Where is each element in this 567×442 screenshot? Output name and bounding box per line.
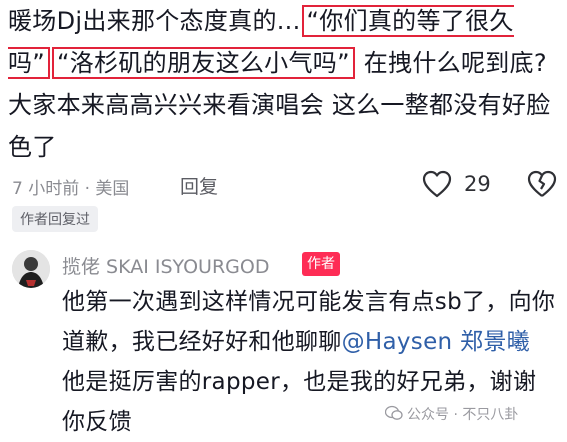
heart-icon[interactable] xyxy=(422,170,452,203)
reply-username[interactable]: 揽佬 SKAI ISYOURGOD xyxy=(62,252,269,279)
comment-meta-row: 7 小时前 · 美国 回复 29 xyxy=(12,170,557,200)
author-replied-tag: 作者回复过 xyxy=(12,206,98,232)
watermark-text: 公众号 · 不只八卦 xyxy=(407,407,519,423)
author-badge: 作者 xyxy=(302,252,340,276)
broken-heart-icon[interactable] xyxy=(527,170,557,203)
comment-text: 暖场Dj出来那个态度真的... “你们真的等了很久吗” “洛杉矶的朋友这么小气吗” … xyxy=(8,0,560,168)
reply-text-part2: 他是挺厉害的rapper，也是我的好兄弟，谢谢你反馈 xyxy=(62,369,537,435)
reply-button[interactable]: 回复 xyxy=(180,172,218,199)
mention-link[interactable]: @Haysen 郑景曦 xyxy=(342,329,530,355)
comment-text-part1: 暖场Dj出来那个态度真的... xyxy=(8,7,301,35)
avatar[interactable] xyxy=(12,250,50,288)
highlighted-quote-2: “洛杉矶的朋友这么小气吗” xyxy=(52,47,355,79)
comment-timestamp: 7 小时前 · 美国 xyxy=(12,179,130,199)
like-count: 29 xyxy=(464,172,491,196)
wechat-icon xyxy=(384,405,403,425)
watermark: 公众号 · 不只八卦 xyxy=(384,404,519,425)
